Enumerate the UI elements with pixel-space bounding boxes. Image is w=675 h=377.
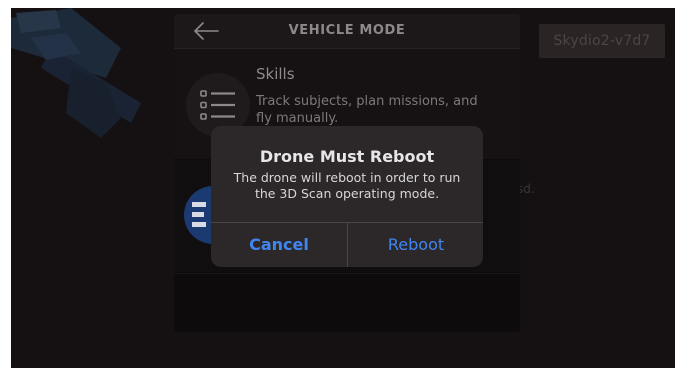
device-name-badge: Skydio2-v7d7 bbox=[539, 24, 665, 58]
cancel-button[interactable]: Cancel bbox=[211, 223, 347, 267]
reboot-button[interactable]: Reboot bbox=[348, 223, 483, 267]
drone-background-image bbox=[11, 8, 191, 188]
panel-header: VEHICLE MODE bbox=[174, 14, 520, 49]
mode-option-empty bbox=[174, 273, 520, 332]
dialog-message: The drone will reboot in order to run th… bbox=[233, 170, 461, 201]
mode-description: Track subjects, plan missions, and fly m… bbox=[256, 94, 478, 126]
page-title: VEHICLE MODE bbox=[288, 23, 406, 38]
dialog-title: Drone Must Reboot bbox=[259, 147, 435, 166]
app-screen: Skydio2-v7d7 sd. VEHICLE MODE Skills Tra… bbox=[11, 8, 675, 368]
mode-title: Skills bbox=[256, 65, 295, 83]
reboot-dialog: Drone Must Reboot The drone will reboot … bbox=[211, 126, 483, 267]
